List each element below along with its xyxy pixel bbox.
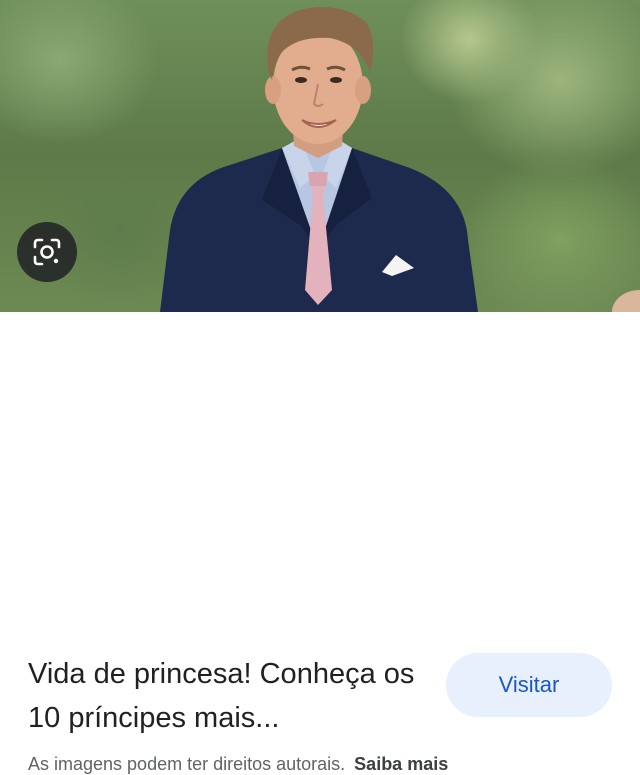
result-title[interactable]: Vida de princesa! Conheça os 10 príncipe… [28, 652, 438, 740]
result-image[interactable] [0, 0, 640, 312]
copyright-notice: As imagens podem ter direitos autorais. … [28, 754, 448, 775]
google-lens-button[interactable] [17, 222, 77, 282]
visit-button[interactable]: Visitar [446, 653, 612, 717]
google-lens-icon [33, 238, 61, 266]
copyright-text: As imagens podem ter direitos autorais. [28, 754, 346, 774]
learn-more-link[interactable]: Saiba mais [354, 754, 448, 774]
person-photo [160, 6, 640, 312]
result-card: Vida de princesa! Conheça os 10 príncipe… [0, 312, 640, 774]
